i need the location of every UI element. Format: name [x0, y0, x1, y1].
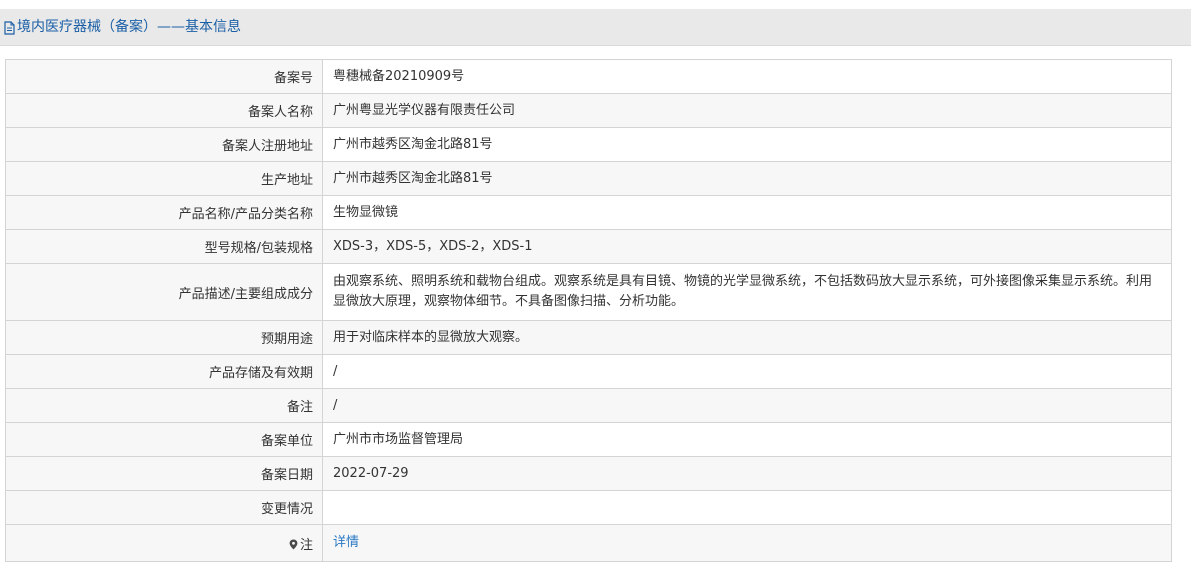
table-row-intended-use: 预期用途 用于对临床样本的显微放大观察。 — [5, 320, 1172, 355]
table-row-storage-validity: 产品存储及有效期 / — [5, 354, 1172, 389]
table-row-filing-unit: 备案单位 广州市市场监督管理局 — [5, 422, 1172, 457]
section-header: 境内医疗器械（备案）——基本信息 — [0, 9, 1191, 46]
field-value: 由观察系统、照明系统和载物台组成。观察系统是具有目镜、物镜的光学显微系统，不包括… — [322, 263, 1172, 321]
table-row-registrant-name: 备案人名称 广州粤显光学仪器有限责任公司 — [5, 93, 1172, 128]
field-label: 变更情况 — [5, 490, 323, 525]
field-label: 备案人注册地址 — [5, 127, 323, 162]
device-info-table: 备案号 粤穗械备20210909号 备案人名称 广州粤显光学仪器有限责任公司 备… — [5, 59, 1172, 562]
field-value: 生物显微镜 — [322, 195, 1172, 230]
field-label: 预期用途 — [5, 320, 323, 355]
field-label: 产品名称/产品分类名称 — [5, 195, 323, 230]
field-value: / — [322, 354, 1172, 389]
table-row-product-name: 产品名称/产品分类名称 生物显微镜 — [5, 195, 1172, 230]
field-label: 生产地址 — [5, 161, 323, 196]
field-label: 备案号 — [5, 59, 323, 94]
field-value: 2022-07-29 — [322, 456, 1172, 491]
field-value: 广州粤显光学仪器有限责任公司 — [322, 93, 1172, 128]
table-row-model-spec: 型号规格/包装规格 XDS-3，XDS-5，XDS-2，XDS-1 — [5, 229, 1172, 264]
field-label: 产品存储及有效期 — [5, 354, 323, 389]
note-label: 注 — [299, 537, 313, 553]
table-row-change-status: 变更情况 — [5, 490, 1172, 525]
field-label: 备案单位 — [5, 422, 323, 457]
table-row-filing-date: 备案日期 2022-07-29 — [5, 456, 1172, 491]
note-label-cell: 注 — [5, 524, 323, 562]
table-row-note: 注 详情 — [5, 524, 1172, 562]
table-row-record-no: 备案号 粤穗械备20210909号 — [5, 59, 1172, 94]
field-label: 备注 — [5, 388, 323, 423]
document-icon — [4, 20, 15, 35]
field-label: 产品描述/主要组成成分 — [5, 263, 323, 321]
top-spacer — [0, 0, 1191, 9]
field-value: 粤穗械备20210909号 — [322, 59, 1172, 94]
table-row-remarks: 备注 / — [5, 388, 1172, 423]
field-value: 广州市市场监督管理局 — [322, 422, 1172, 457]
page-title: 境内医疗器械（备案）——基本信息 — [4, 19, 241, 36]
table-row-production-address: 生产地址 广州市越秀区淘金北路81号 — [5, 161, 1172, 196]
field-value — [322, 490, 1172, 525]
table-row-description: 产品描述/主要组成成分 由观察系统、照明系统和载物台组成。观察系统是具有目镜、物… — [5, 263, 1172, 321]
field-value: XDS-3，XDS-5，XDS-2，XDS-1 — [322, 229, 1172, 264]
table-row-registrant-address: 备案人注册地址 广州市越秀区淘金北路81号 — [5, 127, 1172, 162]
field-label: 型号规格/包装规格 — [5, 229, 323, 264]
field-value: 广州市越秀区淘金北路81号 — [322, 127, 1172, 162]
field-value: / — [322, 388, 1172, 423]
field-value: 广州市越秀区淘金北路81号 — [322, 161, 1172, 196]
page-title-text: 境内医疗器械（备案）——基本信息 — [17, 19, 241, 35]
details-link[interactable]: 详情 — [333, 535, 359, 550]
field-label: 备案人名称 — [5, 93, 323, 128]
field-value: 用于对临床样本的显微放大观察。 — [322, 320, 1172, 355]
location-pin-icon — [289, 539, 298, 550]
note-value-cell: 详情 — [322, 524, 1172, 562]
field-label: 备案日期 — [5, 456, 323, 491]
